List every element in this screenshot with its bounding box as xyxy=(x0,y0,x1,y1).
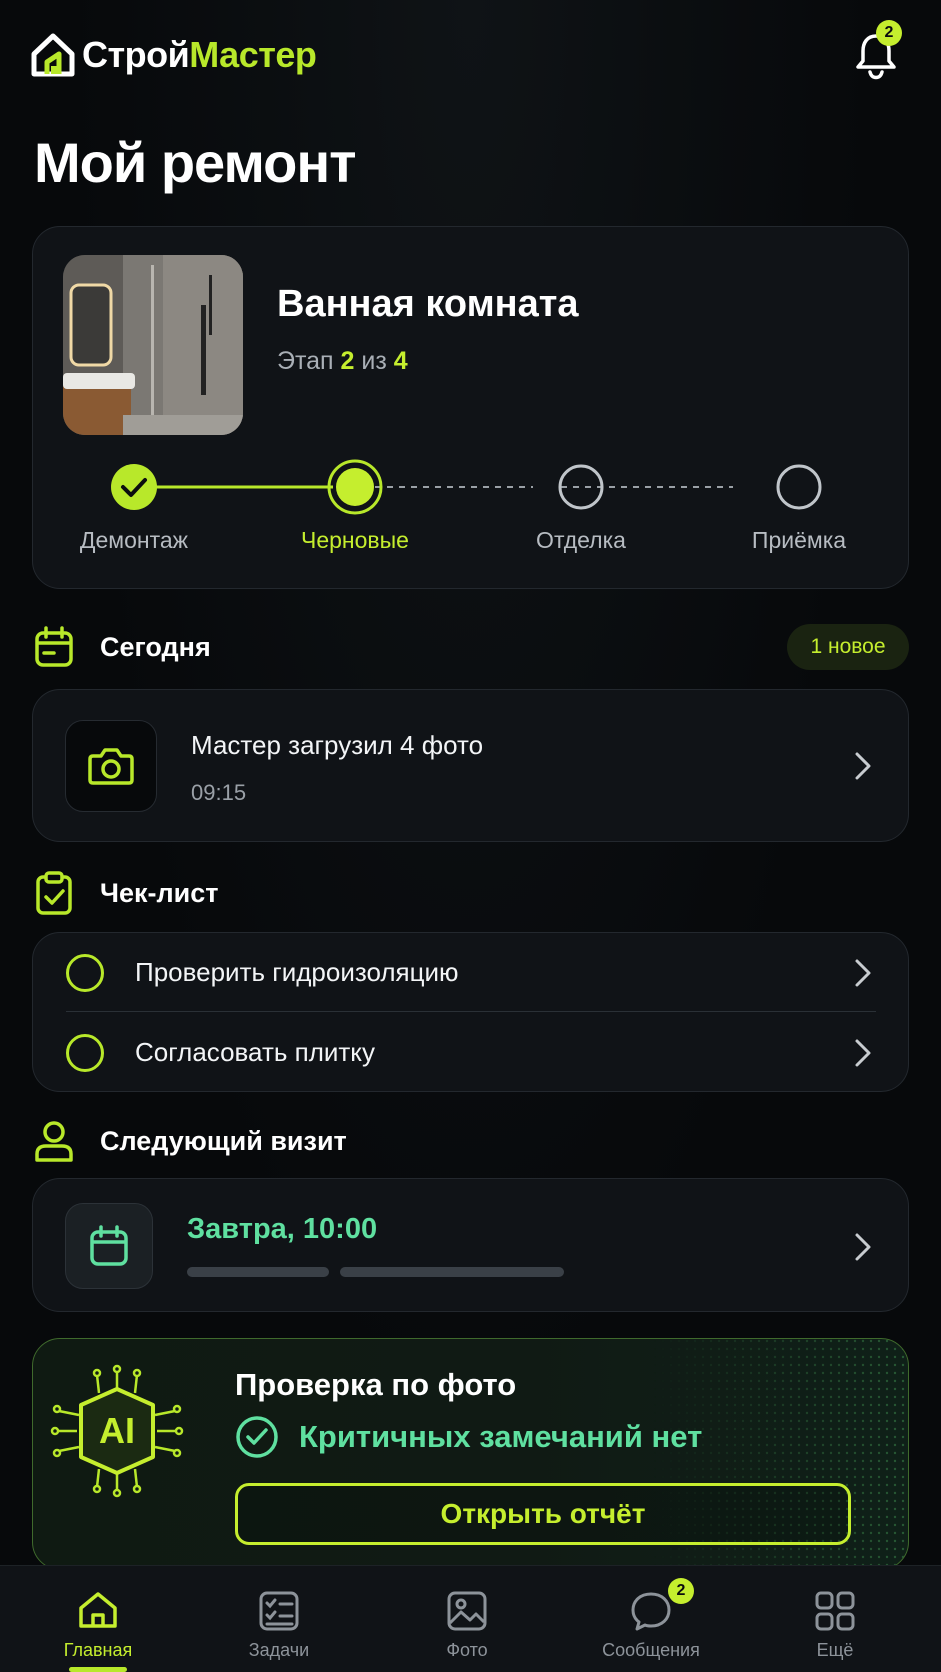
tasks-icon xyxy=(259,1591,299,1631)
section-checklist-title: Чек-лист xyxy=(100,877,219,908)
home-icon xyxy=(79,1592,117,1628)
house-icon xyxy=(31,33,75,77)
chevron-right-icon xyxy=(855,1233,871,1261)
visit-time: Завтра, 10:00 xyxy=(187,1213,378,1245)
section-today: Сегодня xyxy=(34,625,211,669)
step-label-rough: Черновые xyxy=(301,527,409,553)
divider xyxy=(66,1011,876,1012)
checklist-item[interactable]: Согласовать плитку xyxy=(33,1013,910,1093)
step-done-icon xyxy=(111,464,157,510)
user-icon xyxy=(35,1121,73,1162)
nav-item-messages[interactable]: 2 Сообщения xyxy=(576,1566,726,1672)
today-event-card[interactable]: Мастер загрузил 4 фото 09:15 xyxy=(32,689,909,842)
section-next-visit-title: Следующий визит xyxy=(100,1125,347,1156)
page-title: Мой ремонт xyxy=(34,131,357,194)
chevron-right-icon xyxy=(855,959,871,987)
open-report-button[interactable]: Открыть отчёт xyxy=(235,1483,851,1545)
placeholder-bar xyxy=(187,1267,329,1277)
calendar-icon xyxy=(35,626,73,667)
calendar-icon xyxy=(90,1225,128,1266)
nav-label: Задачи xyxy=(248,1640,310,1660)
nav-label: Главная xyxy=(63,1640,133,1660)
clipboard-check-icon xyxy=(36,871,72,915)
nav-item-more[interactable]: Ещё xyxy=(760,1566,910,1672)
notifications-button[interactable]: 2 xyxy=(852,20,902,82)
visit-calendar-icon-box xyxy=(65,1203,153,1289)
ai-check-status: Критичных замечаний нет xyxy=(299,1419,703,1454)
nav-label: Ещё xyxy=(816,1640,854,1660)
ai-photo-check-card: AI Проверка по фото Критичных замечаний … xyxy=(32,1338,909,1570)
stage-progress: Демонтаж Черновые Отделка Приёмка xyxy=(33,457,910,567)
logo-text: СтройМастер xyxy=(82,34,317,75)
checklist-item-label: Проверить гидроизоляцию xyxy=(135,957,459,987)
camera-icon-box xyxy=(65,720,157,812)
section-checklist: Чек-лист xyxy=(34,871,218,915)
step-label-demolition: Демонтаж xyxy=(79,527,189,553)
ai-chip-icon: AI xyxy=(50,1364,184,1498)
image-icon xyxy=(447,1591,487,1631)
app-logo[interactable]: СтройМастер xyxy=(30,30,317,80)
step-label-finishing: Отделка xyxy=(536,527,626,553)
step-label-acceptance: Приёмка xyxy=(751,527,847,553)
checkbox[interactable] xyxy=(66,954,104,992)
svg-text:AI: AI xyxy=(99,1410,135,1451)
nav-item-home[interactable]: Главная xyxy=(23,1566,173,1672)
section-today-title: Сегодня xyxy=(100,631,211,662)
project-photo xyxy=(63,255,243,435)
new-badge: 1 новое xyxy=(787,624,909,670)
step-current-icon xyxy=(327,459,383,515)
camera-icon xyxy=(88,748,134,785)
notification-badge: 2 xyxy=(876,20,902,46)
section-next-visit: Следующий визит xyxy=(34,1119,347,1163)
nav-item-tasks[interactable]: Задачи xyxy=(204,1566,354,1672)
nav-item-photo[interactable]: Фото xyxy=(392,1566,542,1672)
checklist-item[interactable]: Проверить гидроизоляцию xyxy=(33,933,910,1013)
nav-label: Сообщения xyxy=(602,1640,700,1660)
chevron-right-icon xyxy=(855,1039,871,1067)
next-visit-card[interactable]: Завтра, 10:00 xyxy=(32,1178,909,1312)
today-event-title: Мастер загрузил 4 фото xyxy=(191,730,484,760)
nav-label: Фото xyxy=(446,1640,488,1660)
project-card[interactable]: Ванная комната Этап 2 из 4 Демонтаж Черн… xyxy=(32,226,909,589)
checklist-item-label: Согласовать плитку xyxy=(135,1037,375,1067)
step-pending-icon xyxy=(776,464,822,510)
today-event-time: 09:15 xyxy=(191,780,247,805)
grid-icon xyxy=(815,1591,855,1631)
bottom-nav: Главная Задачи Фото 2 Сообщения Ещё xyxy=(0,1565,941,1672)
ai-check-title: Проверка по фото xyxy=(235,1367,517,1402)
checklist-card: Проверить гидроизоляцию Согласовать плит… xyxy=(32,932,909,1092)
messages-badge: 2 xyxy=(668,1578,694,1604)
chat-icon xyxy=(631,1592,671,1631)
checkbox[interactable] xyxy=(66,1034,104,1072)
project-stage: Этап 2 из 4 xyxy=(277,347,408,375)
chevron-right-icon xyxy=(855,752,871,780)
active-indicator xyxy=(69,1667,127,1672)
check-circle-icon xyxy=(236,1416,278,1458)
project-title: Ванная комната xyxy=(277,283,579,325)
placeholder-bar xyxy=(340,1267,564,1277)
